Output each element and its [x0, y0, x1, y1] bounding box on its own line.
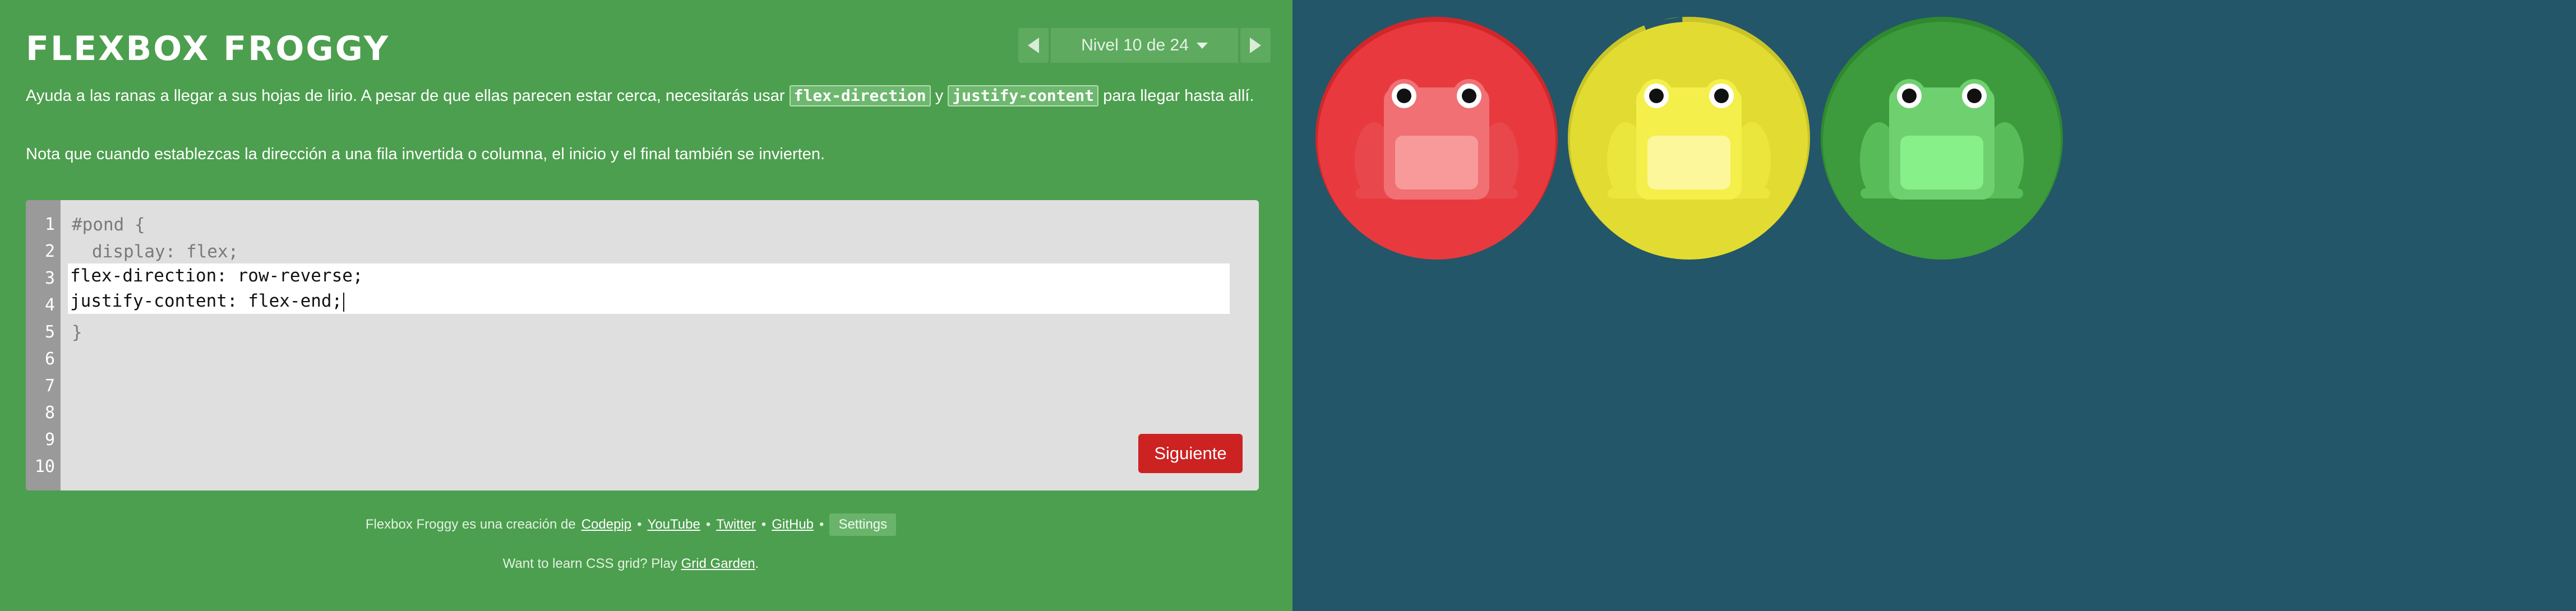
- line-numbers: 1 2 3 4 5 6 7 8 9 10: [26, 200, 61, 490]
- frog-yellow-icon: [1570, 22, 1808, 260]
- instructions-paragraph-2: Nota que cuando establezcas la dirección…: [26, 145, 825, 163]
- next-button[interactable]: Siguiente: [1138, 434, 1243, 473]
- pond-board: [1292, 0, 2576, 611]
- sidebar: FLEXBOX FROGGY Nivel 10 de 24 Ayuda a la…: [0, 0, 1292, 611]
- line-number: 3: [44, 269, 55, 288]
- caret-down-icon: [1196, 42, 1208, 49]
- instructions-paragraph-1: Ayuda a las ranas a llegar a sus hojas d…: [26, 85, 1259, 107]
- credit-text: Flexbox Froggy es una creación de: [365, 517, 576, 532]
- line-number: 7: [44, 376, 55, 396]
- previous-level-button[interactable]: [1018, 28, 1049, 63]
- app-title: FLEXBOX FROGGY: [26, 29, 390, 68]
- line-number: 8: [44, 403, 55, 423]
- code-justify-content: justify-content: [948, 85, 1099, 107]
- promo-end: .: [755, 556, 759, 571]
- css-editor: 1 2 3 4 5 6 7 8 9 10 #pond { display: fl…: [26, 200, 1259, 490]
- line-number: 9: [44, 430, 55, 450]
- code-input-line-1: flex-direction: row-reverse;: [70, 266, 363, 286]
- code-input-textarea[interactable]: flex-direction: row-reverse; justify-con…: [68, 263, 1230, 314]
- promo-text: Want to learn CSS grid? Play: [502, 556, 677, 571]
- line-number: 10: [34, 457, 55, 476]
- twitter-link[interactable]: Twitter: [716, 517, 756, 533]
- line-number: 1: [44, 215, 55, 234]
- code-line-selector: #pond {: [72, 215, 145, 235]
- settings-button[interactable]: Settings: [829, 513, 897, 536]
- instructions-text-end: para llegar hasta allí.: [1098, 87, 1254, 105]
- footer-credits: Flexbox Froggy es una creación de Codepi…: [0, 513, 1262, 536]
- code-line-display: display: flex;: [92, 242, 239, 262]
- separator: •: [819, 517, 824, 532]
- level-indicator: Nivel 10 de 24: [1081, 36, 1189, 54]
- line-number: 6: [44, 349, 55, 369]
- triangle-left-icon: [1028, 38, 1039, 53]
- text-cursor: [343, 292, 345, 312]
- frog-red-icon: [1318, 22, 1555, 260]
- triangle-right-icon: [1250, 38, 1261, 53]
- pond-svg: [1315, 17, 2063, 263]
- frog-green-icon: [1823, 22, 2061, 260]
- github-link[interactable]: GitHub: [772, 517, 814, 533]
- separator: •: [705, 517, 711, 532]
- code-flex-direction: flex-direction: [789, 85, 931, 107]
- line-number: 2: [44, 242, 55, 261]
- level-navigator: Nivel 10 de 24: [1018, 28, 1271, 63]
- next-level-button[interactable]: [1240, 28, 1271, 63]
- instructions-text-mid: y: [930, 87, 948, 105]
- separator: •: [637, 517, 642, 532]
- level-dropdown[interactable]: Nivel 10 de 24: [1051, 28, 1238, 63]
- instructions-text-start: Ayuda a las ranas a llegar a sus hojas d…: [26, 87, 790, 105]
- code-input-line-2: justify-content: flex-end;: [68, 289, 1230, 314]
- codepip-link[interactable]: Codepip: [581, 517, 631, 533]
- grid-garden-link[interactable]: Grid Garden: [681, 556, 755, 571]
- line-number: 4: [44, 295, 55, 315]
- line-number: 5: [44, 322, 55, 342]
- code-input-line-2-text: justify-content: flex-end;: [70, 291, 343, 311]
- code-line-closing-brace: }: [72, 322, 82, 342]
- youtube-link[interactable]: YouTube: [648, 517, 700, 533]
- separator: •: [761, 517, 767, 532]
- footer-promo: Want to learn CSS grid? Play Grid Garden…: [0, 556, 1262, 572]
